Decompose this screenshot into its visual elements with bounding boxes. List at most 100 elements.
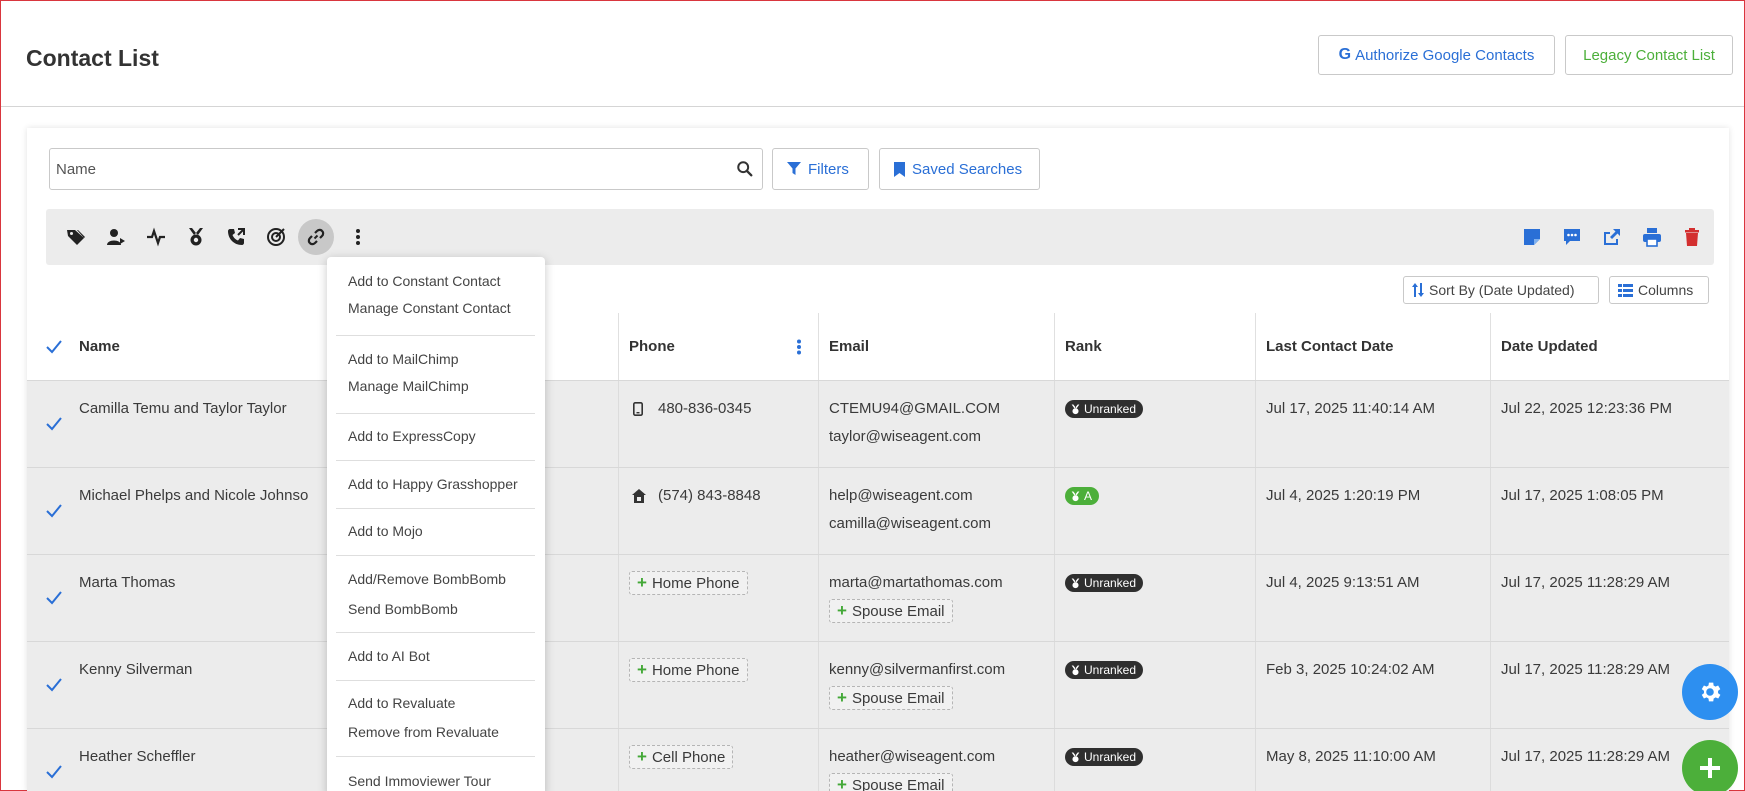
page-title: Contact List xyxy=(26,45,159,71)
rank-badge[interactable]: Unranked xyxy=(1065,661,1144,679)
phone-cell: + Home Phone xyxy=(618,555,818,642)
add-home-phone-button[interactable]: + Home Phone xyxy=(629,658,748,682)
date-updated: Jul 17, 2025 11:28:29 AM xyxy=(1501,748,1671,765)
contact-name[interactable]: Marta Thomas xyxy=(79,574,175,591)
activity-icon[interactable] xyxy=(142,223,170,251)
menu-item-manage-mailchimp[interactable]: Manage MailChimp xyxy=(348,378,469,394)
row-checkbox[interactable] xyxy=(45,415,63,433)
column-header-email[interactable]: Email xyxy=(818,313,1054,380)
menu-item-manage-constant-contact[interactable]: Manage Constant Contact xyxy=(348,300,511,316)
add-phone-label: Cell Phone xyxy=(651,748,726,766)
bookmark-icon xyxy=(894,161,905,177)
email-primary[interactable]: marta@martathomas.com xyxy=(829,574,1003,591)
search-box xyxy=(49,148,763,190)
rank-label: Unranked xyxy=(1084,663,1137,677)
phone-number[interactable]: 480-836-0345 xyxy=(658,400,751,417)
add-phone-label: Home Phone xyxy=(651,574,740,592)
phone-number[interactable]: (574) 843-8848 xyxy=(658,487,761,504)
contact-name[interactable]: Heather Scheffler xyxy=(79,748,195,765)
row-checkbox[interactable] xyxy=(45,502,63,520)
menu-divider xyxy=(336,335,535,336)
more-vertical-icon[interactable] xyxy=(344,223,372,251)
add-spouse-email-button[interactable]: + Spouse Email xyxy=(829,773,953,791)
menu-divider xyxy=(336,460,535,461)
row-checkbox[interactable] xyxy=(45,589,63,607)
phone-cell: + Cell Phone xyxy=(618,729,818,791)
email-secondary[interactable]: camilla@wiseagent.com xyxy=(829,515,991,532)
menu-item-add-mojo[interactable]: Add to Mojo xyxy=(348,523,423,539)
email-primary[interactable]: heather@wiseagent.com xyxy=(829,748,995,765)
column-header-last-contact[interactable]: Last Contact Date xyxy=(1255,313,1490,380)
column-options-icon[interactable] xyxy=(796,339,802,355)
email-primary[interactable]: CTEMU94@GMAIL.COM xyxy=(829,400,1000,417)
table-row[interactable]: Camilla Temu and Taylor Taylor 480-836-0… xyxy=(27,380,1729,468)
columns-button[interactable]: Columns xyxy=(1609,276,1709,304)
table-row[interactable]: Heather Scheffler + Cell Phone heather@w… xyxy=(27,728,1729,791)
contact-name[interactable]: Camilla Temu and Taylor Taylor xyxy=(79,400,287,417)
email-primary[interactable]: help@wiseagent.com xyxy=(829,487,973,504)
sort-by-label: Sort By (Date Updated) xyxy=(1429,282,1575,298)
column-header-phone[interactable]: Phone xyxy=(618,313,818,380)
menu-item-send-immoviewer-tour[interactable]: Send Immoviewer Tour xyxy=(348,773,491,789)
row-checkbox[interactable] xyxy=(45,676,63,694)
add-spouse-email-button[interactable]: + Spouse Email xyxy=(829,599,953,623)
table-row[interactable]: Marta Thomas + Home Phone marta@martatho… xyxy=(27,554,1729,642)
legacy-contact-list-button[interactable]: Legacy Contact List xyxy=(1565,35,1733,75)
menu-item-add-constant-contact[interactable]: Add to Constant Contact xyxy=(348,273,501,289)
menu-item-add-revaluate[interactable]: Add to Revaluate xyxy=(348,695,455,711)
rank-badge[interactable]: Unranked xyxy=(1065,574,1144,592)
print-icon[interactable] xyxy=(1638,223,1666,251)
email-secondary[interactable]: taylor@wiseagent.com xyxy=(829,428,981,445)
link-icon[interactable] xyxy=(298,219,334,255)
share-icon[interactable] xyxy=(1598,223,1626,251)
mobile-phone-icon xyxy=(633,402,643,416)
rank-badge[interactable]: A xyxy=(1065,487,1100,505)
rank-medal-icon[interactable] xyxy=(182,223,210,251)
target-icon[interactable] xyxy=(262,223,290,251)
contact-name[interactable]: Michael Phelps and Nicole Johnso xyxy=(79,487,308,504)
email-primary[interactable]: kenny@silvermanfirst.com xyxy=(829,661,1005,678)
column-header-rank[interactable]: Rank xyxy=(1054,313,1255,380)
menu-item-add-expresscopy[interactable]: Add to ExpressCopy xyxy=(348,428,476,444)
user-assign-icon[interactable] xyxy=(102,223,130,251)
sort-by-button[interactable]: Sort By (Date Updated) xyxy=(1403,276,1599,304)
contact-name[interactable]: Kenny Silverman xyxy=(79,661,192,678)
phone-call-icon[interactable] xyxy=(222,223,250,251)
menu-item-remove-revaluate[interactable]: Remove from Revaluate xyxy=(348,724,499,740)
search-input[interactable] xyxy=(56,149,716,189)
column-header-date-updated[interactable]: Date Updated xyxy=(1490,313,1729,380)
date-updated: Jul 17, 2025 11:28:29 AM xyxy=(1501,661,1671,678)
menu-item-add-remove-bombbomb[interactable]: Add/Remove BombBomb xyxy=(348,571,506,587)
date-updated: Jul 17, 2025 1:08:05 PM xyxy=(1501,487,1664,504)
message-icon[interactable] xyxy=(1558,223,1586,251)
rank-medal-icon xyxy=(1071,491,1080,501)
row-checkbox[interactable] xyxy=(45,763,63,781)
authorize-google-contacts-button[interactable]: G Authorize Google Contacts xyxy=(1318,35,1555,75)
settings-fab[interactable] xyxy=(1682,664,1738,720)
rank-badge[interactable]: Unranked xyxy=(1065,748,1144,766)
page-header: Contact List G Authorize Google Contacts… xyxy=(1,1,1744,107)
rank-label: A xyxy=(1084,489,1093,503)
trash-icon[interactable] xyxy=(1678,223,1706,251)
menu-item-send-bombbomb[interactable]: Send BombBomb xyxy=(348,601,458,617)
menu-item-add-happy-grasshopper[interactable]: Add to Happy Grasshopper xyxy=(348,476,518,492)
menu-item-add-ai-bot[interactable]: Add to AI Bot xyxy=(348,648,430,664)
last-contact-cell: Jul 17, 2025 11:40:14 AM xyxy=(1255,381,1490,468)
tag-icon[interactable] xyxy=(62,223,90,251)
filters-button[interactable]: Filters xyxy=(772,148,869,190)
rank-badge[interactable]: Unranked xyxy=(1065,400,1144,418)
add-contact-fab[interactable] xyxy=(1682,740,1738,791)
menu-item-add-mailchimp[interactable]: Add to MailChimp xyxy=(348,351,459,367)
table-row[interactable]: Kenny Silverman + Home Phone kenny@silve… xyxy=(27,641,1729,729)
saved-searches-button[interactable]: Saved Searches xyxy=(879,148,1040,190)
search-icon[interactable] xyxy=(736,160,754,178)
rank-cell: Unranked xyxy=(1054,642,1255,729)
add-home-phone-button[interactable]: + Home Phone xyxy=(629,571,748,595)
add-cell-phone-button[interactable]: + Cell Phone xyxy=(629,745,734,769)
menu-divider xyxy=(336,756,535,757)
table-row[interactable]: Michael Phelps and Nicole Johnso (574) 8… xyxy=(27,467,1729,555)
add-spouse-email-button[interactable]: + Spouse Email xyxy=(829,686,953,710)
sort-icon xyxy=(1412,283,1424,297)
note-icon[interactable] xyxy=(1518,223,1546,251)
rank-cell: Unranked xyxy=(1054,381,1255,468)
